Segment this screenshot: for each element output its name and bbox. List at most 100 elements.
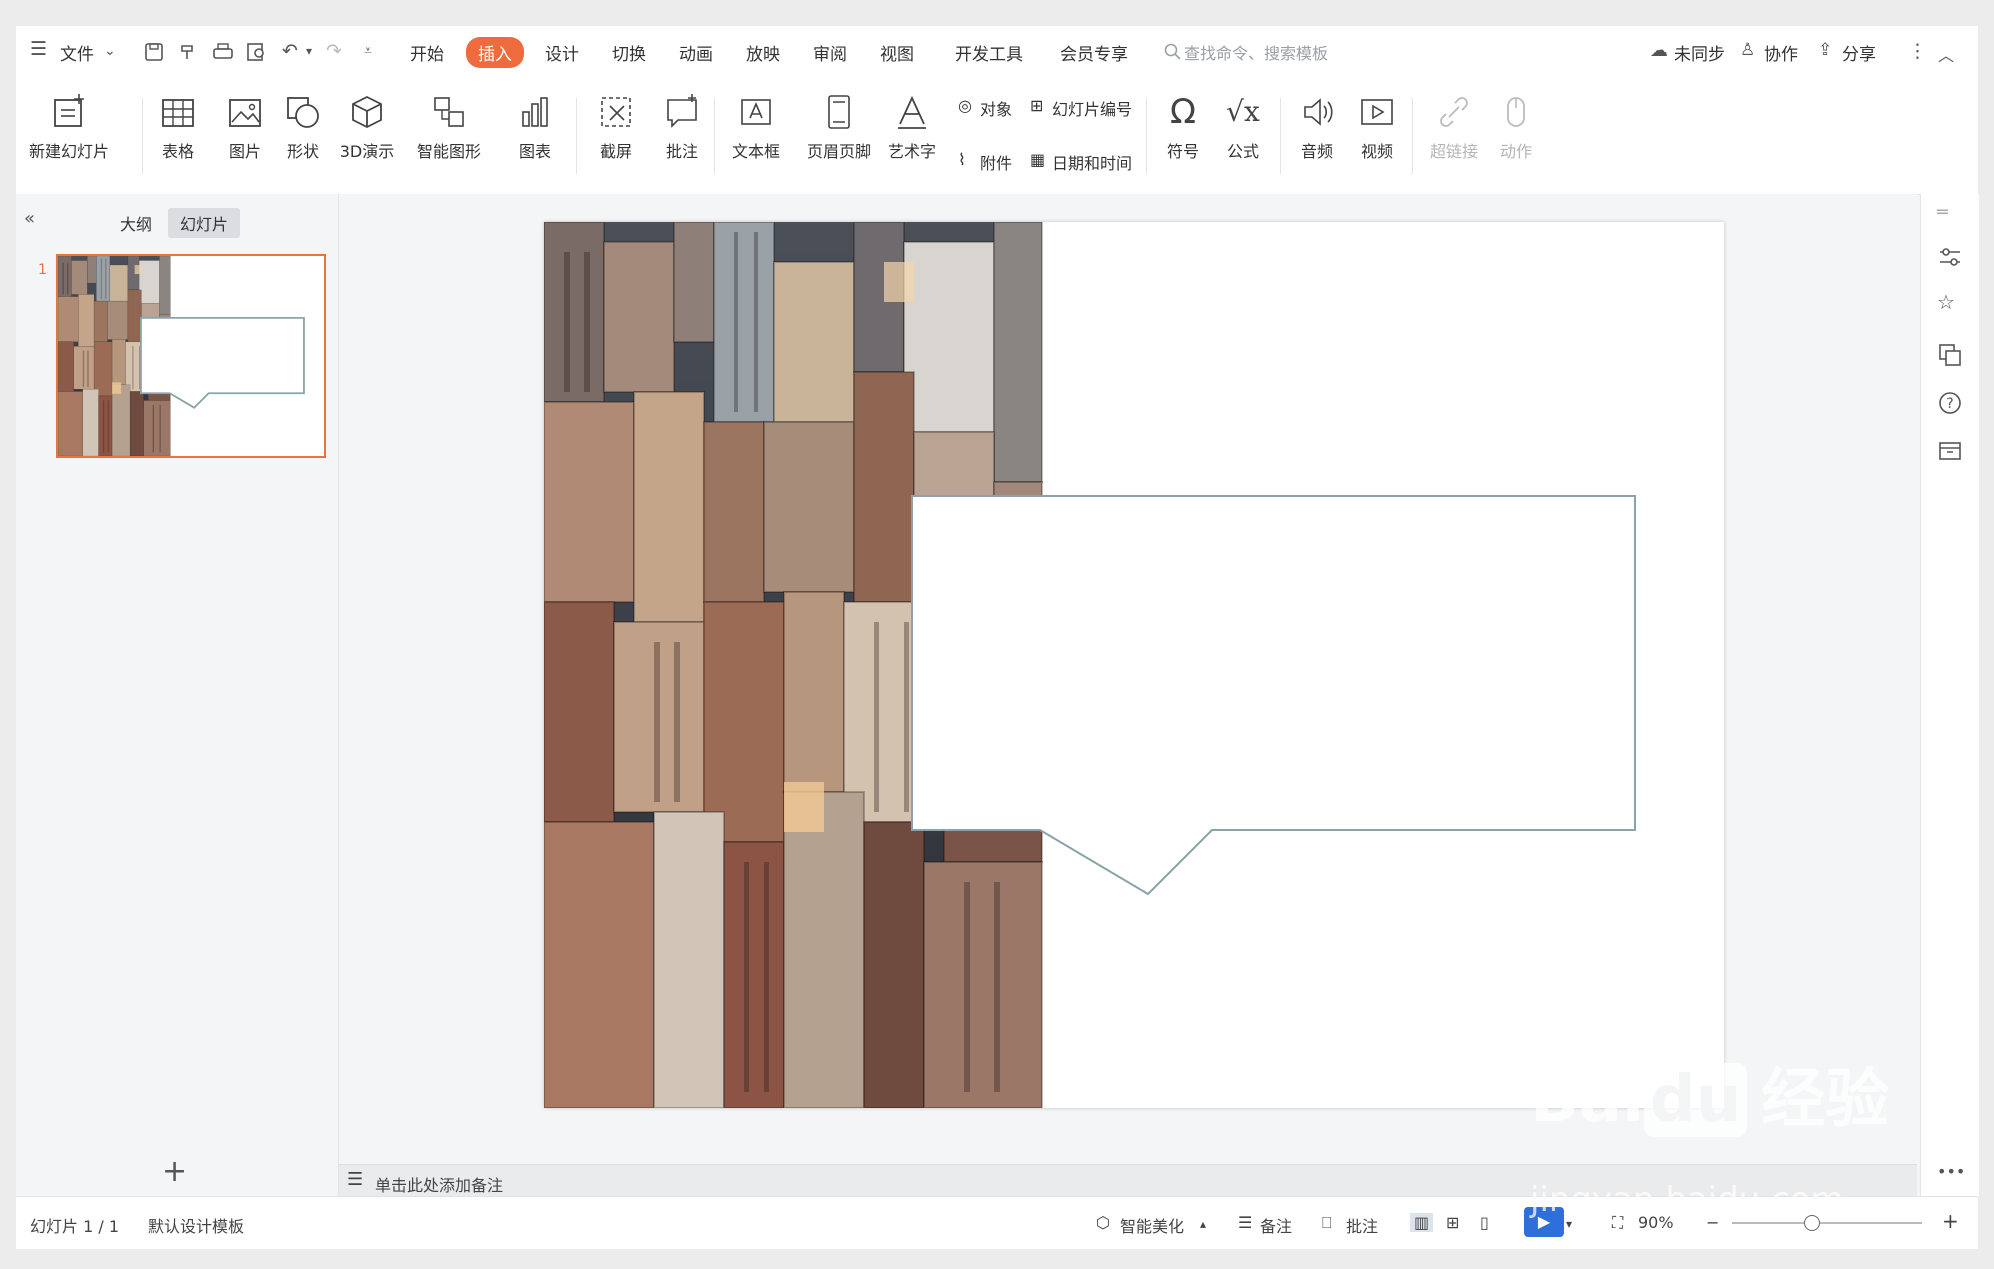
table-button[interactable]: 表格 xyxy=(152,92,204,162)
table-label: 表格 xyxy=(161,142,194,161)
comment-toggle-button[interactable]: 批注 xyxy=(1346,1213,1378,1237)
video-icon xyxy=(1361,99,1393,125)
normal-view-icon[interactable]: ▥ xyxy=(1410,1213,1434,1232)
collapse-ribbon-icon[interactable]: ︿ xyxy=(1938,42,1954,66)
tab-transition[interactable]: 切换 xyxy=(612,40,646,65)
slide-index: 1 xyxy=(38,262,47,278)
slide-thumbnail[interactable] xyxy=(56,254,326,458)
comment-toggle-icon: ⎕ xyxy=(1322,1213,1332,1232)
settings-sliders-icon[interactable] xyxy=(1937,244,1963,270)
symbol-button[interactable]: Ω 符号 xyxy=(1158,92,1208,162)
slide[interactable] xyxy=(544,222,1724,1108)
datetime-button[interactable]: 日期和时间 xyxy=(1052,150,1132,174)
ribbon-divider xyxy=(142,98,143,174)
format-painter-icon[interactable] xyxy=(178,42,198,62)
template-name[interactable]: 默认设计模板 xyxy=(148,1213,244,1237)
slide-content xyxy=(544,222,1636,1108)
hamburger-icon[interactable]: ☰ xyxy=(30,38,47,60)
smartart-label: 智能图形 xyxy=(416,142,481,161)
chevron-down-icon[interactable]: ⌄ xyxy=(104,43,116,59)
tab-design[interactable]: 设计 xyxy=(545,40,579,65)
formula-label: 公式 xyxy=(1226,142,1259,161)
watermark-url: jingyan.baidu.com xyxy=(1530,1180,1844,1220)
3d-show-label: 3D演示 xyxy=(339,142,395,161)
zoom-in-icon[interactable]: + xyxy=(1942,1209,1959,1233)
comment-insert-button[interactable]: 批注 xyxy=(660,92,704,162)
tab-view[interactable]: 视图 xyxy=(880,40,914,65)
beautify-dropdown-icon[interactable]: ▴ xyxy=(1200,1217,1206,1231)
tab-review[interactable]: 审阅 xyxy=(813,40,847,65)
omega-icon: Ω xyxy=(1170,92,1196,132)
header-footer-button[interactable]: 页眉页脚 xyxy=(804,92,874,162)
save-icon[interactable] xyxy=(144,42,164,62)
tab-slides[interactable]: 幻灯片 xyxy=(168,208,241,238)
customize-toolbar-icon[interactable]: ⩡ xyxy=(364,43,372,59)
attachment-button[interactable]: 附件 xyxy=(980,150,1012,174)
notes-placeholder[interactable]: 单击此处添加备注 xyxy=(375,1172,503,1196)
watermark-brand-du: du xyxy=(1643,1063,1748,1137)
zoom-slider[interactable] xyxy=(1732,1215,1922,1231)
search-input[interactable]: 查找命令、搜索模板 xyxy=(1184,40,1328,64)
share-icon: ⇪ xyxy=(1818,40,1833,60)
copy-icon[interactable] xyxy=(1937,342,1963,368)
slide-number-icon: ⊞ xyxy=(1030,96,1044,115)
action-button[interactable]: 动作 xyxy=(1494,92,1538,162)
undo-dropdown-icon[interactable]: ▾ xyxy=(306,44,312,58)
formula-button[interactable]: √x 公式 xyxy=(1218,92,1268,162)
notes-toggle-button[interactable]: 备注 xyxy=(1260,1213,1292,1237)
chart-button[interactable]: 图表 xyxy=(510,92,560,162)
sync-status[interactable]: 未同步 xyxy=(1674,40,1725,65)
tab-slideshow[interactable]: 放映 xyxy=(746,40,780,65)
tab-animation[interactable]: 动画 xyxy=(679,40,713,65)
ribbon-divider xyxy=(1146,98,1147,174)
textbox-label: 文本框 xyxy=(731,142,780,161)
smartart-icon xyxy=(434,97,464,127)
textbox-button[interactable]: 文本框 xyxy=(726,92,786,162)
wordart-button[interactable]: 艺术字 xyxy=(882,92,942,162)
beautify-icon: ⬡ xyxy=(1096,1213,1110,1232)
add-slide-button[interactable]: + xyxy=(162,1154,187,1189)
video-button[interactable]: 视频 xyxy=(1352,92,1402,162)
smartart-button[interactable]: 智能图形 xyxy=(410,92,488,162)
more-options-icon[interactable]: ••• xyxy=(1937,1162,1965,1188)
beautify-button[interactable]: 智能美化 xyxy=(1120,1213,1184,1237)
hyperlink-button[interactable]: 超链接 xyxy=(1424,92,1484,162)
tab-member[interactable]: 会员专享 xyxy=(1060,40,1128,65)
slide-sorter-icon[interactable]: ⊞ xyxy=(1446,1213,1459,1232)
archive-icon[interactable] xyxy=(1937,438,1963,464)
collapse-panel-icon[interactable]: « xyxy=(24,208,35,229)
header-footer-icon xyxy=(828,95,850,129)
file-menu[interactable]: 文件 xyxy=(60,40,94,65)
star-icon[interactable]: ☆ xyxy=(1937,290,1963,316)
collaborate-button[interactable]: 协作 xyxy=(1764,40,1798,65)
ribbon-divider xyxy=(1280,98,1281,174)
tab-insert[interactable]: 插入 xyxy=(466,37,524,68)
redo-icon[interactable]: ↷ xyxy=(326,40,342,62)
more-icon[interactable]: ⋮ xyxy=(1908,40,1927,62)
drag-handle-icon[interactable]: ═ xyxy=(1937,202,1963,228)
audio-button[interactable]: 音频 xyxy=(1292,92,1342,162)
slide-number-button[interactable]: 幻灯片编号 xyxy=(1052,96,1132,120)
help-icon[interactable]: ? xyxy=(1937,390,1963,416)
tab-start[interactable]: 开始 xyxy=(410,40,444,65)
new-slide-button[interactable]: 新建幻灯片 xyxy=(28,92,110,162)
picture-button[interactable]: 图片 xyxy=(220,92,270,162)
object-button[interactable]: 对象 xyxy=(980,96,1012,120)
header-footer-label: 页眉页脚 xyxy=(806,142,871,161)
print-icon[interactable] xyxy=(212,42,234,62)
tab-outline[interactable]: 大纲 xyxy=(108,208,164,238)
notes-icon: ☰ xyxy=(347,1169,364,1190)
search-icon xyxy=(1164,43,1181,60)
undo-icon[interactable]: ↶ xyxy=(282,40,298,62)
link-icon xyxy=(1440,97,1468,127)
print-preview-icon[interactable] xyxy=(246,42,268,62)
3d-show-button[interactable]: 3D演示 xyxy=(338,92,396,162)
tab-developer[interactable]: 开发工具 xyxy=(955,40,1023,65)
shape-label: 形状 xyxy=(286,142,319,161)
share-button[interactable]: 分享 xyxy=(1842,40,1876,65)
shape-button[interactable]: 形状 xyxy=(278,92,328,162)
screenshot-button[interactable]: 截屏 xyxy=(588,92,644,162)
ribbon-divider xyxy=(714,98,715,174)
mouse-icon xyxy=(1507,97,1525,127)
reading-view-icon[interactable]: ▯ xyxy=(1480,1213,1489,1232)
